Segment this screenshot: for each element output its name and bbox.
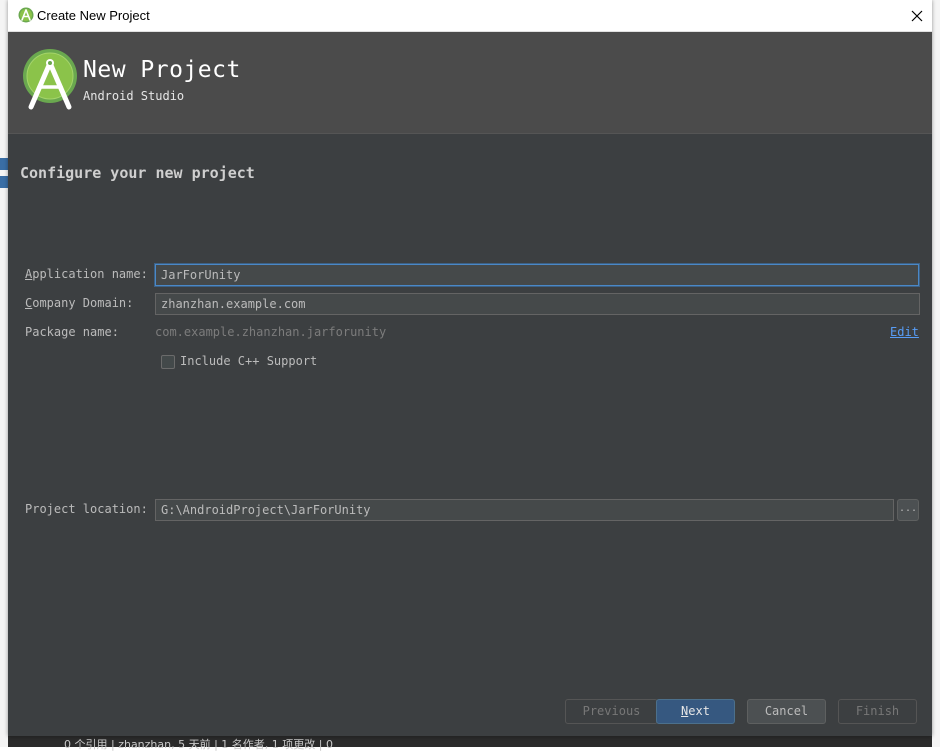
background-window-edge-right [932,0,940,747]
android-studio-icon [18,7,34,23]
close-icon [911,10,923,21]
android-studio-logo-icon [23,49,77,110]
background-window-edge-left [0,0,8,747]
package-name-label: Package name: [25,325,119,339]
finish-button[interactable]: Finish [838,699,917,724]
wizard-content: Configure your new project Application n… [8,134,932,736]
browse-location-button[interactable]: ... [897,499,919,521]
project-location-input[interactable] [155,499,894,521]
wizard-header: New Project Android Studio [8,32,932,134]
button-text: ext [688,704,710,718]
application-name-label: Application name: [25,267,148,281]
section-title: Configure your new project [20,164,255,182]
header-subtitle: Android Studio [83,89,185,103]
create-new-project-dialog: Create New Project New Project Android S… [8,0,932,736]
project-location-label: Project location: [25,502,148,516]
cpp-support-checkbox[interactable] [161,355,175,369]
company-domain-input[interactable] [155,293,920,315]
background-codelens-text: 0 个引用 | zhanzhan, 5 天前 | 1 名作者, 1 项更改 | … [64,738,333,751]
previous-button[interactable]: Previous [565,699,658,724]
company-domain-label: Company Domain: [25,296,133,310]
title-bar: Create New Project [8,0,932,32]
label-text: pplication name: [32,267,148,281]
window-title: Create New Project [37,8,150,23]
next-button[interactable]: Next [656,699,735,724]
background-selection-strip [0,176,8,188]
label-text: ompany Domain: [32,296,134,310]
cpp-support-label[interactable]: Include C++ Support [180,354,317,368]
edit-package-link[interactable]: Edit [890,325,919,339]
header-title: New Project [83,57,241,83]
package-name-value: com.example.zhanzhan.jarforunity [155,325,387,339]
close-button[interactable] [902,0,932,31]
background-selection-strip [0,158,8,170]
application-name-input[interactable] [155,264,919,286]
cancel-button[interactable]: Cancel [747,699,826,724]
